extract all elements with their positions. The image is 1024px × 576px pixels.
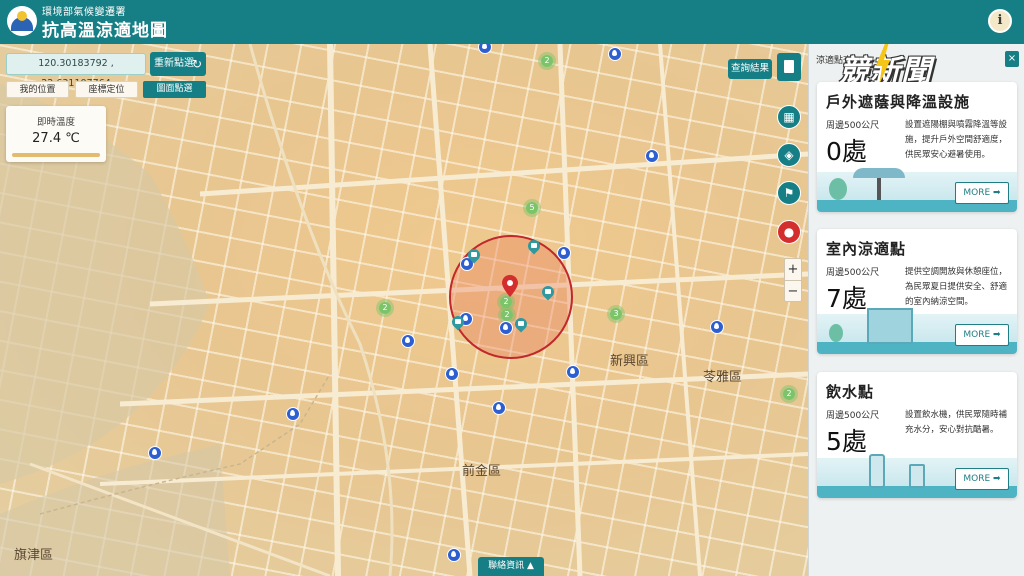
refresh-icon: ↻ xyxy=(191,57,202,71)
location-pin-icon[interactable]: ● xyxy=(777,220,801,244)
more-button[interactable]: MORE ➡ xyxy=(955,324,1009,346)
signpost-icon[interactable]: ⚑ xyxy=(777,181,801,205)
water-drop-icon[interactable] xyxy=(492,401,506,415)
indoor-cool-spot-icon[interactable] xyxy=(468,249,480,265)
app-window: 環境部氣候變遷署 抗高溫涼適地圖 i 新興區 苓雅區 前金區 旗津區 2 5 2… xyxy=(0,0,1024,576)
zoom-out-button[interactable]: − xyxy=(785,280,801,301)
map-roads xyxy=(0,44,808,576)
water-drop-icon[interactable] xyxy=(557,246,571,260)
close-icon[interactable]: × xyxy=(1005,51,1019,67)
page-title: 抗高溫涼適地圖 xyxy=(42,21,168,41)
card-count: 0處 xyxy=(826,137,867,166)
card-radius: 周邊500公尺 xyxy=(826,121,880,131)
temperature-card: 即時溫度 27.4 ℃ xyxy=(6,106,106,162)
temperature-value: 27.4 ℃ xyxy=(32,131,80,146)
card-description: 設置飲水機，供民眾隨時補充水分，安心對抗酷暑。 xyxy=(905,410,1008,435)
zoom-control: + − xyxy=(784,258,802,302)
app-header: 環境部氣候變遷署 抗高溫涼適地圖 i xyxy=(0,0,1024,44)
contact-info-tab[interactable]: 聯絡資訊 ▲ xyxy=(478,557,544,576)
district-label: 新興區 xyxy=(610,354,650,369)
card-count: 5處 xyxy=(826,427,867,456)
card-radius: 周邊500公尺 xyxy=(826,411,880,421)
query-results-button[interactable]: 查詢結果 xyxy=(728,59,772,79)
map-canvas[interactable]: 新興區 苓雅區 前金區 旗津區 2 5 2 2 3 2 2 xyxy=(0,44,808,576)
temperature-label: 即時溫度 xyxy=(36,117,75,128)
map-select-button[interactable]: 圖面點選 xyxy=(143,81,206,98)
indoor-cool-card: 室內涼適點 周邊500公尺 7處 提供空調開放與休憩座位，為民眾夏日提供安全、舒… xyxy=(817,229,1017,354)
selected-location-icon xyxy=(502,275,518,297)
card-radius: 周邊500公尺 xyxy=(826,268,880,278)
card-description: 提供空調開放與休憩座位，為民眾夏日提供安全、舒適的室內納涼空間。 xyxy=(905,267,1008,307)
temperature-bar xyxy=(12,153,100,157)
info-icon[interactable]: i xyxy=(988,9,1012,33)
water-drop-icon[interactable] xyxy=(445,367,459,381)
indoor-cool-spot-icon[interactable] xyxy=(542,286,554,302)
water-drop-icon[interactable] xyxy=(499,321,513,335)
district-label: 苓雅區 xyxy=(703,370,743,385)
document-icon[interactable] xyxy=(777,53,801,81)
more-button[interactable]: MORE ➡ xyxy=(955,468,1009,490)
indoor-cool-spot-icon[interactable] xyxy=(515,318,527,334)
my-location-button[interactable]: 我的位置 xyxy=(6,81,69,98)
outdoor-shade-card: 戶外遮蔭與降溫設施 周邊500公尺 0處 設置遮陽棚與噴霧降溫等設施，提升戶外空… xyxy=(817,82,1017,212)
water-drop-icon[interactable] xyxy=(645,149,659,163)
indoor-cool-spot-icon[interactable] xyxy=(528,240,540,256)
reselect-button[interactable]: 重新點選 ↻ xyxy=(150,52,206,76)
card-title: 飲水點 xyxy=(826,383,875,401)
water-drop-icon[interactable] xyxy=(608,47,622,61)
water-drop-icon[interactable] xyxy=(447,548,461,562)
cluster-marker[interactable]: 3 xyxy=(607,305,625,323)
agency-logo xyxy=(7,6,37,36)
indoor-cool-spot-icon[interactable] xyxy=(452,316,464,332)
coordinate-field[interactable]: 120.30183792 , 22.631107764 xyxy=(6,53,146,89)
water-drop-icon[interactable] xyxy=(148,446,162,460)
cluster-marker[interactable]: 2 xyxy=(780,385,798,403)
map-icon[interactable]: ▦ xyxy=(777,105,801,129)
zoom-in-button[interactable]: + xyxy=(785,259,801,280)
water-drop-icon[interactable] xyxy=(286,407,300,421)
district-label: 旗津區 xyxy=(14,548,54,563)
coordinate-locate-button[interactable]: 座標定位 xyxy=(75,81,138,98)
water-drop-icon[interactable] xyxy=(710,320,724,334)
more-button[interactable]: MORE ➡ xyxy=(955,182,1009,204)
water-drop-icon[interactable] xyxy=(401,334,415,348)
layers-icon[interactable]: ◈ xyxy=(777,143,801,167)
card-description: 設置遮陽棚與噴霧降溫等設施，提升戶外空間舒適度，供民眾安心避暑使用。 xyxy=(905,120,1008,160)
results-panel: 涼適點查 競新聞 × 戶外遮蔭與降溫設施 周邊500公尺 0處 設置遮陽棚與噴霧… xyxy=(808,44,1024,576)
card-count: 7處 xyxy=(826,284,867,313)
card-title: 戶外遮蔭與降溫設施 xyxy=(826,93,971,111)
cluster-marker[interactable]: 2 xyxy=(538,52,556,70)
water-drop-icon[interactable] xyxy=(566,365,580,379)
district-label: 前金區 xyxy=(462,464,502,479)
reselect-label: 重新點選 xyxy=(154,58,194,69)
water-point-card: 飲水點 周邊500公尺 5處 設置飲水機，供民眾隨時補充水分，安心對抗酷暑。 M… xyxy=(817,372,1017,498)
cluster-marker[interactable]: 2 xyxy=(376,299,394,317)
cluster-marker[interactable]: 5 xyxy=(523,199,541,217)
card-title: 室內涼適點 xyxy=(826,240,907,258)
